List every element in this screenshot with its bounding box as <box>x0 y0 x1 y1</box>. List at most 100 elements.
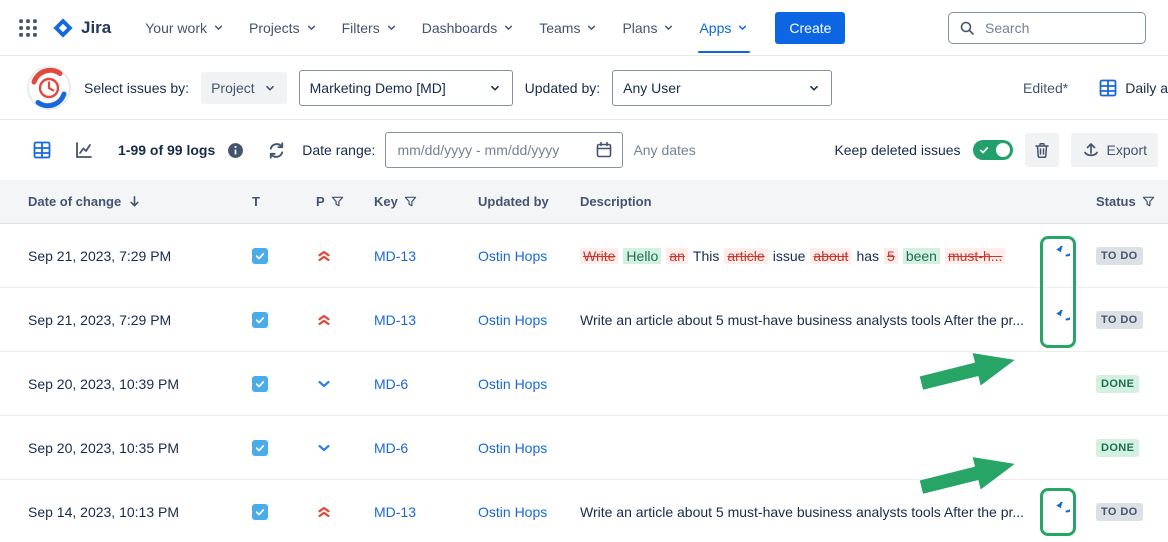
search-icon <box>959 20 975 36</box>
updated-by-link[interactable]: Ostin Hops <box>478 440 547 456</box>
filter-funnel-icon[interactable] <box>331 195 344 208</box>
select-by-value: Project <box>211 80 255 96</box>
restore-button[interactable] <box>1038 502 1082 521</box>
issue-filter-bar: Select issues by: Project Marketing Demo… <box>0 56 1168 120</box>
create-button[interactable]: Create <box>775 12 845 44</box>
select-by-dropdown[interactable]: Project <box>201 72 287 104</box>
column-header-description[interactable]: Description <box>580 194 1038 209</box>
search-input[interactable] <box>983 19 1135 37</box>
updated-by-link[interactable]: Ostin Hops <box>478 504 547 520</box>
date-range-field <box>385 132 623 168</box>
nav-item-your-work[interactable]: Your work <box>135 13 235 43</box>
chevron-down-icon <box>807 81 821 95</box>
priority-cell <box>312 312 368 328</box>
table-view-icon <box>1098 78 1118 98</box>
jira-logo[interactable]: Jira <box>52 17 111 39</box>
log-toolbar: 1-99 of 99 logs Date range: Any dates Ke… <box>0 120 1168 180</box>
updated-by-cell: Ostin Hops <box>478 248 580 264</box>
chevron-down-icon <box>662 21 675 34</box>
task-type-icon <box>252 504 268 520</box>
chevron-down-icon <box>385 21 398 34</box>
column-header-date[interactable]: Date of change <box>28 194 252 209</box>
keep-deleted-issues-label: Keep deleted issues <box>834 142 960 158</box>
jira-logo-text: Jira <box>81 18 111 38</box>
logs-info[interactable] <box>227 142 244 159</box>
table-view-toggle[interactable] <box>26 134 58 166</box>
updated-by-label: Updated by: <box>525 80 601 96</box>
issue-key-link[interactable]: MD-6 <box>374 440 408 456</box>
issue-key-link[interactable]: MD-13 <box>374 504 416 520</box>
column-header-key[interactable]: Key <box>368 194 478 209</box>
table-row: Sep 20, 2023, 10:39 PM MD-6 Ostin Hops <box>0 352 1168 416</box>
restore-icon <box>1051 310 1070 329</box>
column-header-type[interactable]: T <box>252 194 312 209</box>
nav-item-apps[interactable]: Apps <box>689 13 759 43</box>
project-dropdown[interactable]: Marketing Demo [MD] <box>299 70 513 106</box>
diff-token: Hello <box>623 248 661 264</box>
toggle-knob <box>996 143 1010 157</box>
column-label: Updated by <box>478 194 549 209</box>
date-range-label: Date range: <box>302 142 375 158</box>
column-header-priority[interactable]: P <box>312 194 368 209</box>
diff-token: This <box>693 248 719 264</box>
column-header-updated-by[interactable]: Updated by <box>478 194 580 209</box>
select-issues-by-label: Select issues by: <box>84 80 189 96</box>
issue-key-link[interactable]: MD-13 <box>374 312 416 328</box>
restore-cell <box>1038 502 1082 521</box>
updated-by-cell: Ostin Hops <box>478 376 580 392</box>
updated-by-link[interactable]: Ostin Hops <box>478 376 547 392</box>
export-button[interactable]: Export <box>1071 133 1158 167</box>
delete-logs-button[interactable] <box>1025 133 1059 167</box>
column-label: Date of change <box>28 194 121 209</box>
keep-deleted-toggle[interactable] <box>973 140 1013 160</box>
status-badge: TO DO <box>1096 247 1143 265</box>
column-header-status[interactable]: Status <box>1082 194 1168 209</box>
trash-icon <box>1033 141 1051 159</box>
restore-button[interactable] <box>1038 310 1082 329</box>
diff-token: has <box>856 248 879 264</box>
status-cell: TO DO <box>1082 246 1168 265</box>
date-range-input[interactable] <box>395 141 589 159</box>
issue-key-link[interactable]: MD-6 <box>374 376 408 392</box>
daily-activity-view-button[interactable]: Daily a <box>1098 78 1168 98</box>
app-switcher-button[interactable] <box>12 12 44 44</box>
priority-icon <box>316 248 368 264</box>
column-label: Description <box>580 194 652 209</box>
restore-button[interactable] <box>1038 246 1082 265</box>
nav-item-teams[interactable]: Teams <box>529 13 608 43</box>
check-icon <box>979 145 989 155</box>
updated-by-cell: Ostin Hops <box>478 504 580 520</box>
refresh-button[interactable] <box>260 134 292 166</box>
chart-view-toggle[interactable] <box>68 134 100 166</box>
chevron-down-icon <box>488 81 502 95</box>
calendar-icon[interactable] <box>595 141 613 159</box>
status-cell: TO DO <box>1082 310 1168 329</box>
chevron-down-icon <box>212 21 225 34</box>
priority-icon <box>316 312 368 328</box>
diff-token: an <box>666 248 688 264</box>
priority-icon <box>316 440 368 456</box>
filter-funnel-icon[interactable] <box>1142 195 1155 208</box>
updated-by-link[interactable]: Ostin Hops <box>478 312 547 328</box>
description-cell: WriteHelloanThisarticleissueabouthas5bee… <box>580 248 1038 264</box>
date-of-change: Sep 14, 2023, 10:13 PM <box>28 504 252 520</box>
priority-icon <box>316 504 368 520</box>
nav-item-filters[interactable]: Filters <box>332 13 408 43</box>
project-dropdown-value: Marketing Demo [MD] <box>310 80 446 96</box>
issue-key-link[interactable]: MD-13 <box>374 248 416 264</box>
key-cell: MD-13 <box>368 312 478 328</box>
nav-item-dashboards[interactable]: Dashboards <box>412 13 526 43</box>
updated-by-dropdown[interactable]: Any User <box>612 70 832 106</box>
nav-item-projects[interactable]: Projects <box>239 13 328 43</box>
sort-descending-icon <box>127 194 142 209</box>
nav-item-plans[interactable]: Plans <box>612 13 685 43</box>
jira-app-window: Jira Your work Projects Filters Dashboar… <box>0 0 1168 542</box>
restore-cell <box>1038 246 1082 265</box>
updated-by-link[interactable]: Ostin Hops <box>478 248 547 264</box>
key-cell: MD-6 <box>368 376 478 392</box>
restore-icon <box>1051 246 1070 265</box>
diff-token: been <box>903 248 940 264</box>
task-type-icon <box>252 248 268 264</box>
nav-label: Filters <box>342 20 380 36</box>
filter-funnel-icon[interactable] <box>404 195 417 208</box>
